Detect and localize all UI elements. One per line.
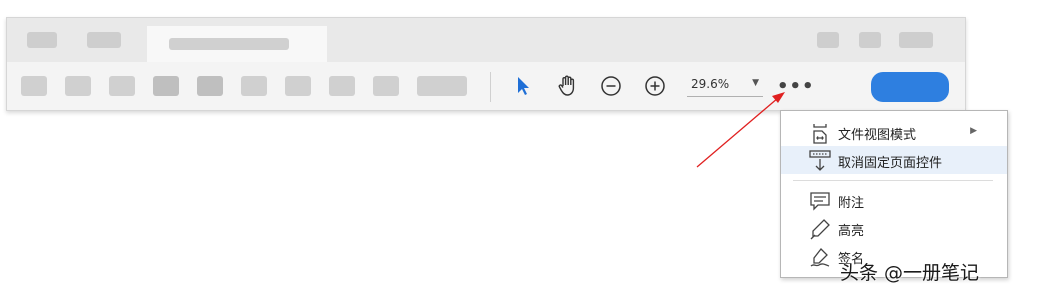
blurred-tool-icon[interactable]	[109, 76, 135, 96]
menu-item-highlight[interactable]: 高亮	[781, 214, 1007, 242]
blurred-window-icon[interactable]	[859, 32, 881, 48]
menu-item-label: 取消固定页面控件	[838, 156, 943, 171]
menu-item-label: 高亮	[838, 224, 865, 239]
blurred-tool-icon[interactable]	[65, 76, 91, 96]
blurred-tool-icon[interactable]	[285, 76, 311, 96]
menu-item-unpin-page-controls[interactable]: 取消固定页面控件	[781, 146, 1007, 174]
unpin-controls-icon	[809, 150, 831, 172]
zoom-level-value: 29.6%	[691, 77, 730, 91]
blurred-window-icon[interactable]	[817, 32, 839, 48]
hand-tool-icon[interactable]	[555, 74, 579, 98]
menu-item-label: 文件视图模式	[838, 128, 917, 143]
file-view-icon	[809, 122, 831, 144]
menu-item-label: 附注	[838, 196, 865, 211]
zoom-in-icon[interactable]	[643, 74, 667, 98]
blurred-tool-icon[interactable]	[21, 76, 47, 96]
highlight-pen-icon	[809, 218, 831, 240]
comment-icon	[809, 190, 831, 212]
zoom-level-dropdown[interactable]: 29.6% ▼	[687, 74, 763, 97]
toolbar-divider	[490, 72, 491, 102]
pdf-viewer-window: 29.6% ▼ •••	[6, 17, 966, 111]
blurred-tool-icon[interactable]	[153, 76, 179, 96]
blurred-menu-item[interactable]	[87, 32, 121, 48]
document-tab[interactable]	[147, 26, 327, 62]
blurred-tool-icon[interactable]	[197, 76, 223, 96]
blurred-tab-title	[169, 38, 289, 50]
dropdown-arrow-icon: ▼	[752, 78, 759, 88]
signature-icon	[809, 246, 831, 268]
blurred-window-icon[interactable]	[899, 32, 933, 48]
blurred-tool-icon[interactable]	[417, 76, 467, 96]
menu-item-comment[interactable]: 附注	[781, 186, 1007, 214]
menu-item-file-view-mode[interactable]: 文件视图模式 ▶	[781, 118, 1007, 146]
zoom-out-icon[interactable]	[599, 74, 623, 98]
more-tools-button[interactable]: •••	[777, 76, 815, 97]
tab-bar	[7, 18, 965, 62]
menu-separator	[793, 180, 993, 181]
blurred-tool-icon[interactable]	[373, 76, 399, 96]
blurred-tool-icon[interactable]	[329, 76, 355, 96]
watermark-text: 头条 @一册笔记	[840, 262, 980, 284]
select-arrow-icon[interactable]	[511, 74, 535, 98]
blurred-share-button[interactable]	[871, 72, 949, 102]
toolbar: 29.6% ▼ •••	[7, 62, 965, 110]
more-tools-menu: 文件视图模式 ▶ 取消固定页面控件 附注 高亮 签名	[780, 110, 1008, 278]
blurred-tool-icon[interactable]	[241, 76, 267, 96]
submenu-arrow-icon: ▶	[970, 126, 977, 136]
blurred-menu-item[interactable]	[27, 32, 57, 48]
